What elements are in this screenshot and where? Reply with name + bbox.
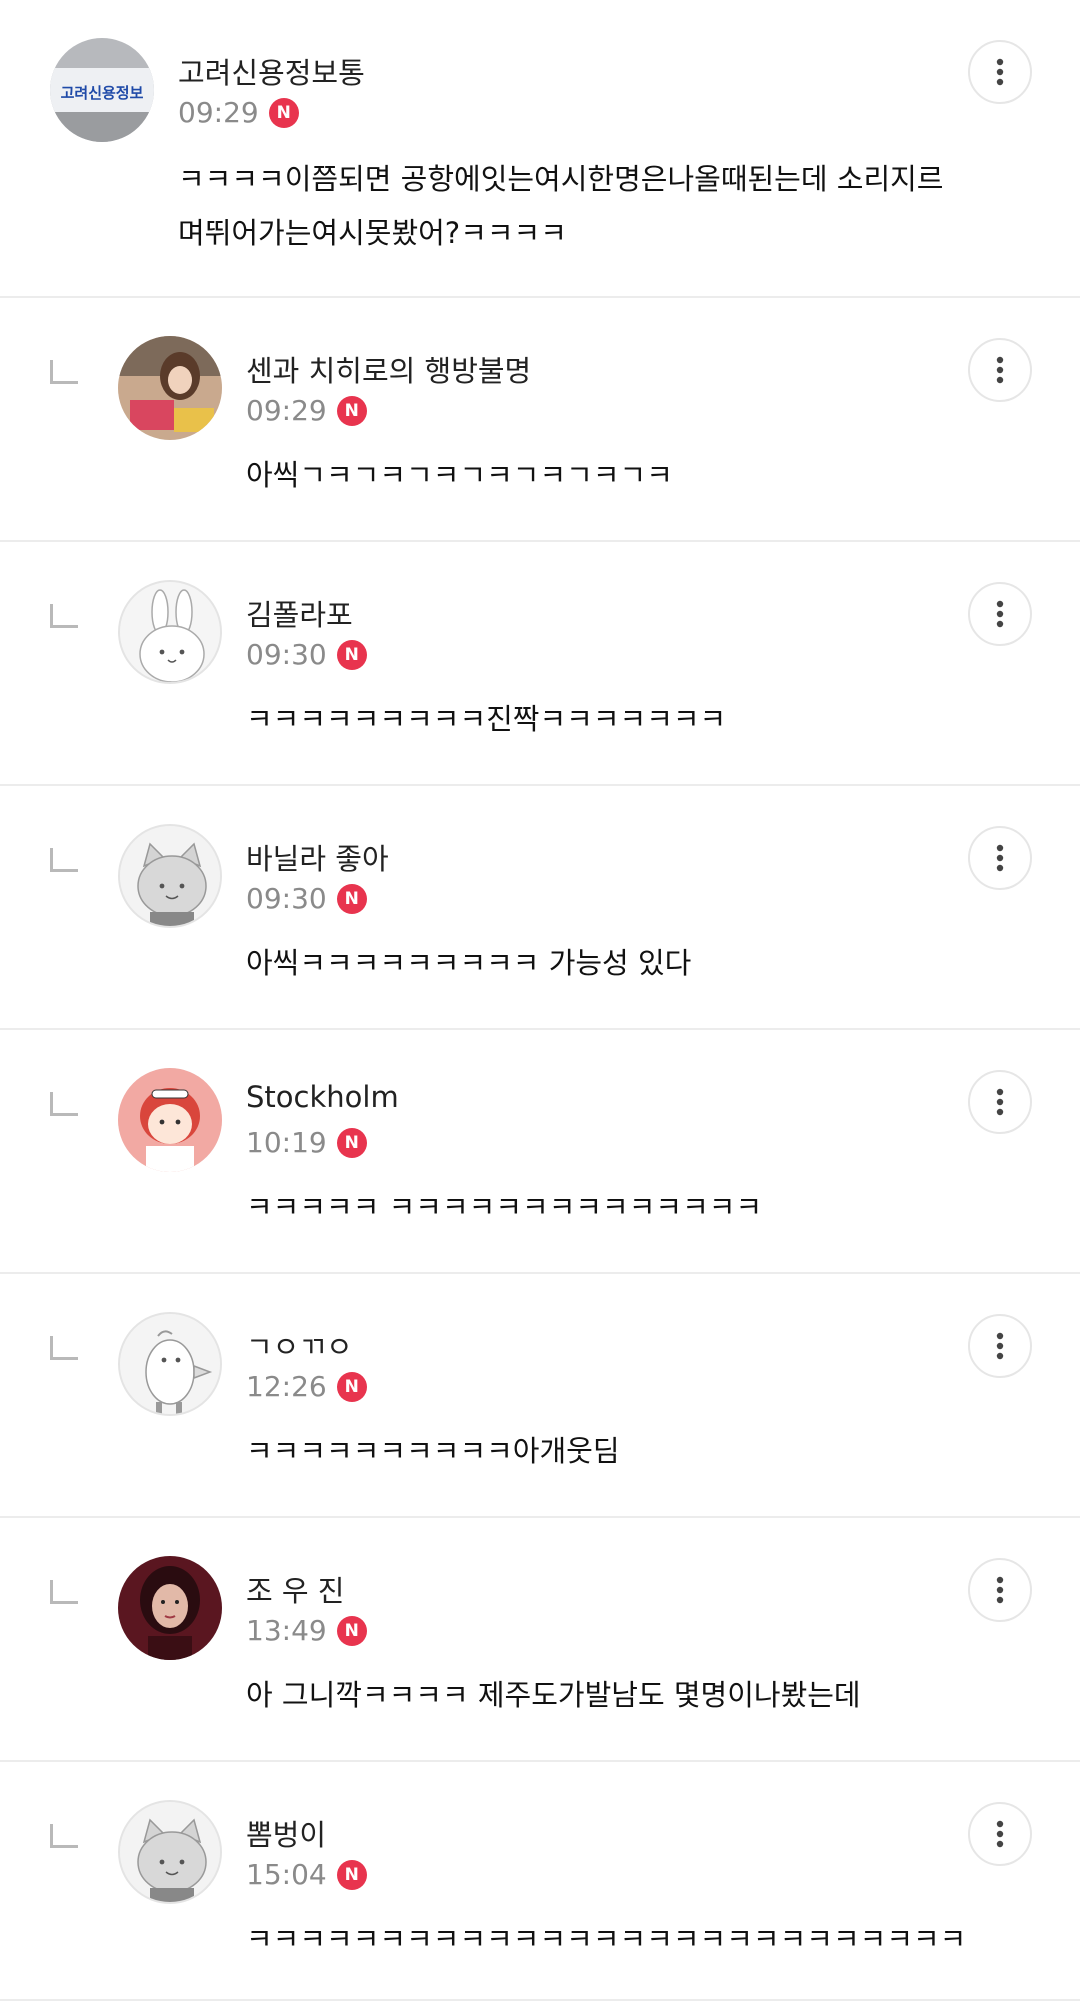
avatar-caption: 고려신용정보 <box>61 84 144 102</box>
comment-nickname[interactable]: ㄱㅇㄲㅇ <box>246 1324 353 1366</box>
penguin-avatar-icon <box>120 1314 220 1414</box>
comment-time: 09:30 <box>246 638 327 671</box>
more-options-button[interactable] <box>968 1070 1032 1134</box>
comment-text: ㅋㅋㅋㅋㅋㅋㅋㅋㅋㅋㅋㅋㅋㅋㅋㅋㅋㅋㅋㅋㅋㅋㅋㅋㅋㅋㅋ <box>246 1912 966 1966</box>
more-options-button[interactable] <box>968 826 1032 890</box>
comment-text-line: 아 그니깍ㅋㅋㅋㅋ 제주도가발남도 몇명이나봤는데 <box>246 1678 861 1712</box>
comment-text: ㅋㅋㅋㅋㅋ ㅋㅋㅋㅋㅋㅋㅋㅋㅋㅋㅋㅋㅋㅋ <box>246 1180 762 1234</box>
comment-text: ㅋㅋㅋㅋㅋㅋㅋㅋㅋ진짝ㅋㅋㅋㅋㅋㅋㅋ <box>246 692 726 746</box>
comment-item: 고려신용정보 고려신용정보통 09:29 N ㅋㅋㅋㅋ이쯤되면 공항에잇는여시한… <box>0 0 1080 298</box>
comment-time: 15:04 <box>246 1858 327 1891</box>
reply-item: ㄱㅇㄲㅇ 12:26 N ㅋㅋㅋㅋㅋㅋㅋㅋㅋㅋ아개웃딤 <box>0 1274 1080 1518</box>
reply-item: Stockholm 10:19 N ㅋㅋㅋㅋㅋ ㅋㅋㅋㅋㅋㅋㅋㅋㅋㅋㅋㅋㅋㅋ <box>0 1030 1080 1274</box>
comment-time: 10:19 <box>246 1126 327 1159</box>
girl-avatar-icon <box>118 1068 222 1172</box>
more-options-button[interactable] <box>968 40 1032 104</box>
new-badge: N <box>268 97 299 128</box>
avatar[interactable] <box>118 336 222 440</box>
avatar[interactable] <box>118 1068 222 1172</box>
cat-avatar-icon <box>120 1802 220 1902</box>
avatar-image <box>118 1556 222 1660</box>
comment-meta: 09:29 N <box>246 394 367 427</box>
comment-text: ㅋㅋㅋㅋㅋㅋㅋㅋㅋㅋ아개웃딤 <box>246 1424 620 1478</box>
comment-meta: 13:49 N <box>246 1614 367 1647</box>
reply-corner-icon <box>50 604 78 628</box>
avatar[interactable]: 고려신용정보 <box>50 38 154 142</box>
reply-item: 뽐벙이 15:04 N ㅋㅋㅋㅋㅋㅋㅋㅋㅋㅋㅋㅋㅋㅋㅋㅋㅋㅋㅋㅋㅋㅋㅋㅋㅋㅋㅋ <box>0 1762 1080 2001</box>
comment-time: 13:49 <box>246 1614 327 1647</box>
vertical-dots-icon <box>996 1820 1004 1848</box>
comment-text-line: ㅋㅋㅋㅋ이쯤되면 공항에잇는여시한명은나올때된는데 소리지르 <box>178 162 944 196</box>
comment-nickname[interactable]: 고려신용정보통 <box>178 50 365 92</box>
vertical-dots-icon <box>996 1088 1004 1116</box>
reply-corner-icon <box>50 848 78 872</box>
comment-time: 09:30 <box>246 882 327 915</box>
new-badge: N <box>336 883 367 914</box>
comment-text-line: 아씩ㅋㅋㅋㅋㅋㅋㅋㅋㅋ 가능성 있다 <box>246 946 692 980</box>
new-badge: N <box>336 1615 367 1646</box>
avatar-image: 고려신용정보 <box>50 38 154 142</box>
more-options-button[interactable] <box>968 338 1032 402</box>
comment-nickname[interactable]: 바닐라 좋아 <box>246 836 389 878</box>
comment-text-line: ㅋㅋㅋㅋㅋㅋㅋㅋㅋㅋ아개웃딤 <box>246 1434 620 1468</box>
reply-corner-icon <box>50 1580 78 1604</box>
avatar-image <box>118 336 222 440</box>
avatar[interactable] <box>118 1312 222 1416</box>
comment-meta: 12:26 N <box>246 1370 367 1403</box>
new-badge: N <box>336 1127 367 1158</box>
new-badge: N <box>336 1859 367 1890</box>
comment-text-line: 며뛰어가는여시못봤어?ㅋㅋㅋㅋ <box>178 216 567 250</box>
reply-item: 김폴라포 09:30 N ㅋㅋㅋㅋㅋㅋㅋㅋㅋ진짝ㅋㅋㅋㅋㅋㅋㅋ <box>0 542 1080 786</box>
avatar[interactable] <box>118 824 222 928</box>
vertical-dots-icon <box>996 1576 1004 1604</box>
comment-nickname[interactable]: Stockholm <box>246 1080 399 1114</box>
reply-corner-icon <box>50 360 78 384</box>
more-options-button[interactable] <box>968 1558 1032 1622</box>
comment-text-line: ㅋㅋㅋㅋㅋㅋㅋㅋㅋㅋㅋㅋㅋㅋㅋㅋㅋㅋㅋㅋㅋㅋㅋㅋㅋㅋㅋ <box>246 1922 967 1956</box>
more-options-button[interactable] <box>968 1802 1032 1866</box>
avatar[interactable] <box>118 580 222 684</box>
comment-nickname[interactable]: 센과 치히로의 행방불명 <box>246 348 531 390</box>
reply-item: 바닐라 좋아 09:30 N 아씩ㅋㅋㅋㅋㅋㅋㅋㅋㅋ 가능성 있다 <box>0 786 1080 1030</box>
reply-corner-icon <box>50 1336 78 1360</box>
comment-meta: 10:19 N <box>246 1126 367 1159</box>
new-badge: N <box>336 395 367 426</box>
new-badge: N <box>336 639 367 670</box>
comment-text-line: ㅋㅋㅋㅋㅋ ㅋㅋㅋㅋㅋㅋㅋㅋㅋㅋㅋㅋㅋㅋ <box>246 1190 763 1224</box>
comment-nickname[interactable]: 조 우 진 <box>246 1568 344 1610</box>
comment-text: ㅋㅋㅋㅋ이쯤되면 공항에잇는여시한명은나올때된는데 소리지르 며뛰어가는여시못봤… <box>178 152 943 260</box>
comment-meta: 15:04 N <box>246 1858 367 1891</box>
comment-time: 09:29 <box>178 96 259 129</box>
comment-nickname[interactable]: 뽐벙이 <box>246 1812 326 1854</box>
more-options-button[interactable] <box>968 1314 1032 1378</box>
avatar[interactable] <box>118 1556 222 1660</box>
bunny-avatar-icon <box>120 582 220 682</box>
more-options-button[interactable] <box>968 582 1032 646</box>
reply-corner-icon <box>50 1824 78 1848</box>
vertical-dots-icon <box>996 600 1004 628</box>
new-badge: N <box>336 1371 367 1402</box>
comment-text-line: 아씩ㄱㅋㄱㅋㄱㅋㄱㅋㄱㅋㄱㅋㄱㅋ <box>246 458 673 492</box>
comment-meta: 09:29 N <box>178 96 299 129</box>
comment-meta: 09:30 N <box>246 882 367 915</box>
reply-item: 조 우 진 13:49 N 아 그니깍ㅋㅋㅋㅋ 제주도가발남도 몇명이나봤는데 <box>0 1518 1080 1762</box>
comment-text-line: ㅋㅋㅋㅋㅋㅋㅋㅋㅋ진짝ㅋㅋㅋㅋㅋㅋㅋ <box>246 702 727 736</box>
comment-text: 아씩ㄱㅋㄱㅋㄱㅋㄱㅋㄱㅋㄱㅋㄱㅋ <box>246 448 673 502</box>
vertical-dots-icon <box>996 356 1004 384</box>
avatar[interactable] <box>118 1800 222 1904</box>
cat-avatar-icon <box>120 826 220 926</box>
reply-corner-icon <box>50 1092 78 1116</box>
comment-time: 09:29 <box>246 394 327 427</box>
vertical-dots-icon <box>996 1332 1004 1360</box>
vertical-dots-icon <box>996 58 1004 86</box>
comment-text: 아 그니깍ㅋㅋㅋㅋ 제주도가발남도 몇명이나봤는데 <box>246 1668 861 1722</box>
comment-time: 12:26 <box>246 1370 327 1403</box>
comment-meta: 09:30 N <box>246 638 367 671</box>
reply-item: 센과 치히로의 행방불명 09:29 N 아씩ㄱㅋㄱㅋㄱㅋㄱㅋㄱㅋㄱㅋㄱㅋ <box>0 298 1080 542</box>
comment-nickname[interactable]: 김폴라포 <box>246 592 353 634</box>
comment-text: 아씩ㅋㅋㅋㅋㅋㅋㅋㅋㅋ 가능성 있다 <box>246 936 691 990</box>
vertical-dots-icon <box>996 844 1004 872</box>
